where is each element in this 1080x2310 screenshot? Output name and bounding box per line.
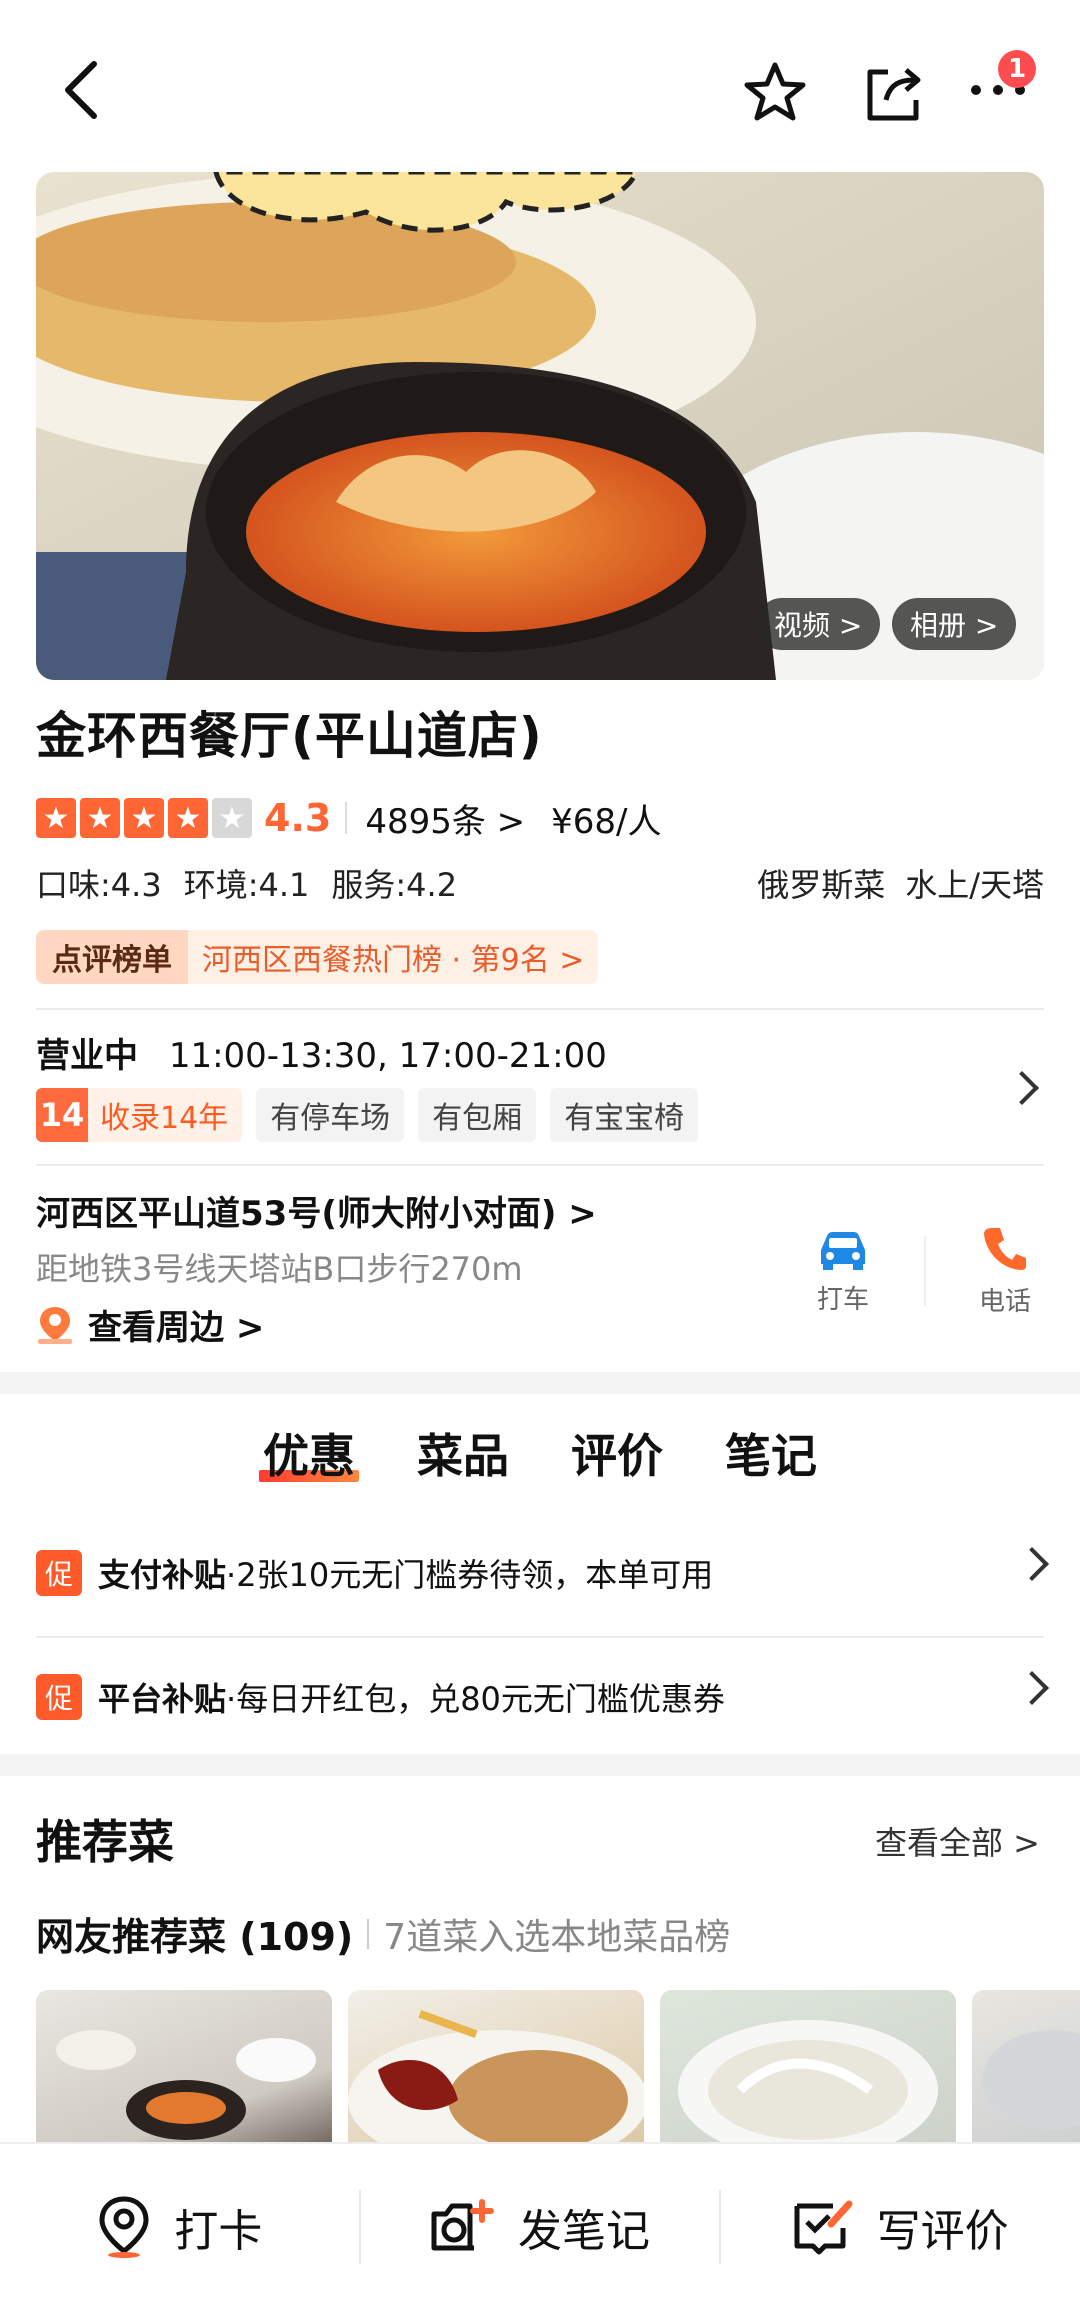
- car-icon: [821, 1232, 865, 1270]
- promo-tag: 促: [36, 1550, 82, 1596]
- see-all-link[interactable]: 查看全部 >: [875, 1818, 1040, 1864]
- promo-title: 平台补贴: [98, 1680, 227, 1718]
- separator: [367, 1918, 370, 1949]
- business-hours[interactable]: 营业中 11:00-13:30, 17:00-21:00: [36, 1028, 607, 1077]
- shop-title: 金环西餐厅(平山道店): [36, 707, 543, 765]
- food-photo-image: [36, 172, 1044, 680]
- share-icon[interactable]: [858, 58, 928, 128]
- address-link[interactable]: 河西区平山道53号(师大附小对面) >: [36, 1186, 597, 1235]
- phone-label: 电话: [978, 1287, 1031, 1317]
- rank-text: 河西区西餐热门榜 · 第9名 >: [188, 930, 599, 984]
- parking-chip: 有停车场: [256, 1088, 405, 1142]
- notification-badge: 1: [998, 50, 1036, 88]
- taxi-button[interactable]: 打车: [788, 1228, 898, 1316]
- promo-text: ·2张10元无门槛券待领，本单可用: [226, 1556, 714, 1594]
- dish-thumbnail[interactable]: [348, 1990, 648, 2142]
- net-recommend-title: 网友推荐菜 (109): [36, 1915, 354, 1959]
- write-review-label: 写评价: [876, 2206, 1009, 2257]
- bottom-action-bar: 打卡 发笔记 写评价: [0, 2142, 1080, 2310]
- divider: [36, 1008, 1044, 1010]
- area-label: 水上/天塔: [905, 866, 1044, 904]
- rating-score: 4.3: [264, 796, 332, 840]
- metro-distance: 距地铁3号线天塔站B口步行270m: [36, 1250, 523, 1288]
- star-filled-icon: ★: [168, 798, 208, 838]
- video-label: 视频 >: [774, 609, 863, 642]
- rank-tag: 点评榜单: [36, 930, 188, 984]
- sub-scores-row: 口味:4.3 环境:4.1 服务:4.2 俄罗斯菜 水上/天塔: [36, 860, 1044, 906]
- feature-chips: 14 收录14年 有停车场 有包厢 有宝宝椅: [36, 1088, 699, 1142]
- location-pin-icon: [38, 1306, 72, 1344]
- nearby-label: 查看周边 >: [88, 1308, 265, 1348]
- phone-button[interactable]: 电话: [950, 1224, 1060, 1318]
- divider: [36, 1164, 1044, 1166]
- post-note-button[interactable]: 发笔记: [361, 2195, 720, 2259]
- hours-text: 11:00-13:30, 17:00-21:00: [168, 1036, 607, 1076]
- star-filled-icon: ★: [80, 798, 120, 838]
- top-bar: 1: [0, 0, 1080, 170]
- star-empty-icon: ★: [212, 798, 252, 838]
- tab-notes[interactable]: 笔记: [725, 1420, 817, 1486]
- chevron-right-icon[interactable]: [1005, 1071, 1039, 1105]
- baby-chair-chip: 有宝宝椅: [550, 1088, 699, 1142]
- back-arrow-icon[interactable]: [50, 60, 110, 120]
- separator: [345, 802, 348, 834]
- service-score: 服务:4.2: [331, 866, 458, 904]
- promo-title: 支付补贴: [98, 1556, 227, 1594]
- rank-banner[interactable]: 点评榜单 河西区西餐热门榜 · 第9名 >: [36, 930, 599, 984]
- net-recommend-row: 网友推荐菜 (109) 7道菜入选本地菜品榜: [36, 1906, 730, 1961]
- chevron-right-icon: [1015, 1671, 1049, 1705]
- price-per-person: ¥68/人: [551, 801, 662, 842]
- promo-tag: 促: [36, 1674, 82, 1720]
- hero-photo[interactable]: 视频 > 相册 >: [36, 172, 1044, 680]
- section-gap: [0, 1372, 1080, 1394]
- tab-dishes[interactable]: 菜品: [417, 1420, 509, 1486]
- dish-thumbnails: [36, 1990, 1080, 2142]
- nearby-link[interactable]: 查看周边 >: [36, 1300, 264, 1349]
- dish-thumbnail[interactable]: [972, 1990, 1080, 2142]
- private-room-chip: 有包厢: [418, 1088, 537, 1142]
- section-gap: [0, 1754, 1080, 1776]
- separator: [924, 1236, 926, 1306]
- promo-text: ·每日开红包，兑80元无门槛优惠券: [226, 1680, 725, 1718]
- years-number: 14: [36, 1088, 88, 1142]
- write-review-button[interactable]: 写评价: [721, 2195, 1080, 2259]
- taxi-label: 打车: [816, 1285, 869, 1315]
- edit-review-icon: [794, 2200, 853, 2255]
- chevron-right-icon: [1015, 1547, 1049, 1581]
- recommended-title: 推荐菜: [36, 1815, 174, 1869]
- album-label: 相册 >: [910, 609, 999, 642]
- taste-score: 口味:4.3: [36, 866, 162, 904]
- phone-icon: [984, 1228, 1026, 1270]
- promo-payment-subsidy[interactable]: 促 支付补贴 ·2张10元无门槛券待领，本单可用: [36, 1538, 1049, 1608]
- years-listed-chip: 14 收录14年: [36, 1088, 243, 1142]
- checkin-label: 打卡: [174, 2206, 263, 2257]
- tab-reviews[interactable]: 评价: [571, 1420, 663, 1486]
- star-outline-icon[interactable]: [740, 58, 810, 128]
- star-rating: ★ ★ ★ ★ ★: [36, 798, 252, 838]
- section-tabs: 优惠 菜品 评价 笔记: [0, 1420, 1080, 1486]
- checkin-button[interactable]: 打卡: [0, 2195, 359, 2259]
- location-pin-icon: [99, 2196, 149, 2258]
- dish-thumbnail[interactable]: [660, 1990, 956, 2142]
- open-status: 营业中: [36, 1036, 138, 1076]
- rating-row: ★ ★ ★ ★ ★ 4.3 4895条 > ¥68/人: [36, 790, 662, 846]
- post-note-label: 发笔记: [518, 2206, 650, 2257]
- net-recommend-sub: 7道菜入选本地菜品榜: [383, 1916, 731, 1958]
- video-button[interactable]: 视频 >: [756, 598, 881, 650]
- environment-score: 环境:4.1: [183, 866, 310, 904]
- album-button[interactable]: 相册 >: [892, 598, 1017, 650]
- dish-thumbnail[interactable]: [36, 1990, 332, 2142]
- tab-deals[interactable]: 优惠: [259, 1420, 359, 1486]
- camera-plus-icon: [431, 2199, 494, 2251]
- more-dots-icon[interactable]: 1: [966, 50, 1036, 110]
- cuisine-label: 俄罗斯菜: [757, 866, 886, 904]
- star-filled-icon: ★: [36, 798, 76, 838]
- divider: [36, 1636, 1044, 1638]
- review-count-link[interactable]: 4895条 >: [365, 794, 525, 843]
- years-text: 收录14年: [100, 1101, 229, 1136]
- promo-platform-subsidy[interactable]: 促 平台补贴 ·每日开红包，兑80元无门槛优惠券: [36, 1662, 1049, 1732]
- star-filled-icon: ★: [124, 798, 164, 838]
